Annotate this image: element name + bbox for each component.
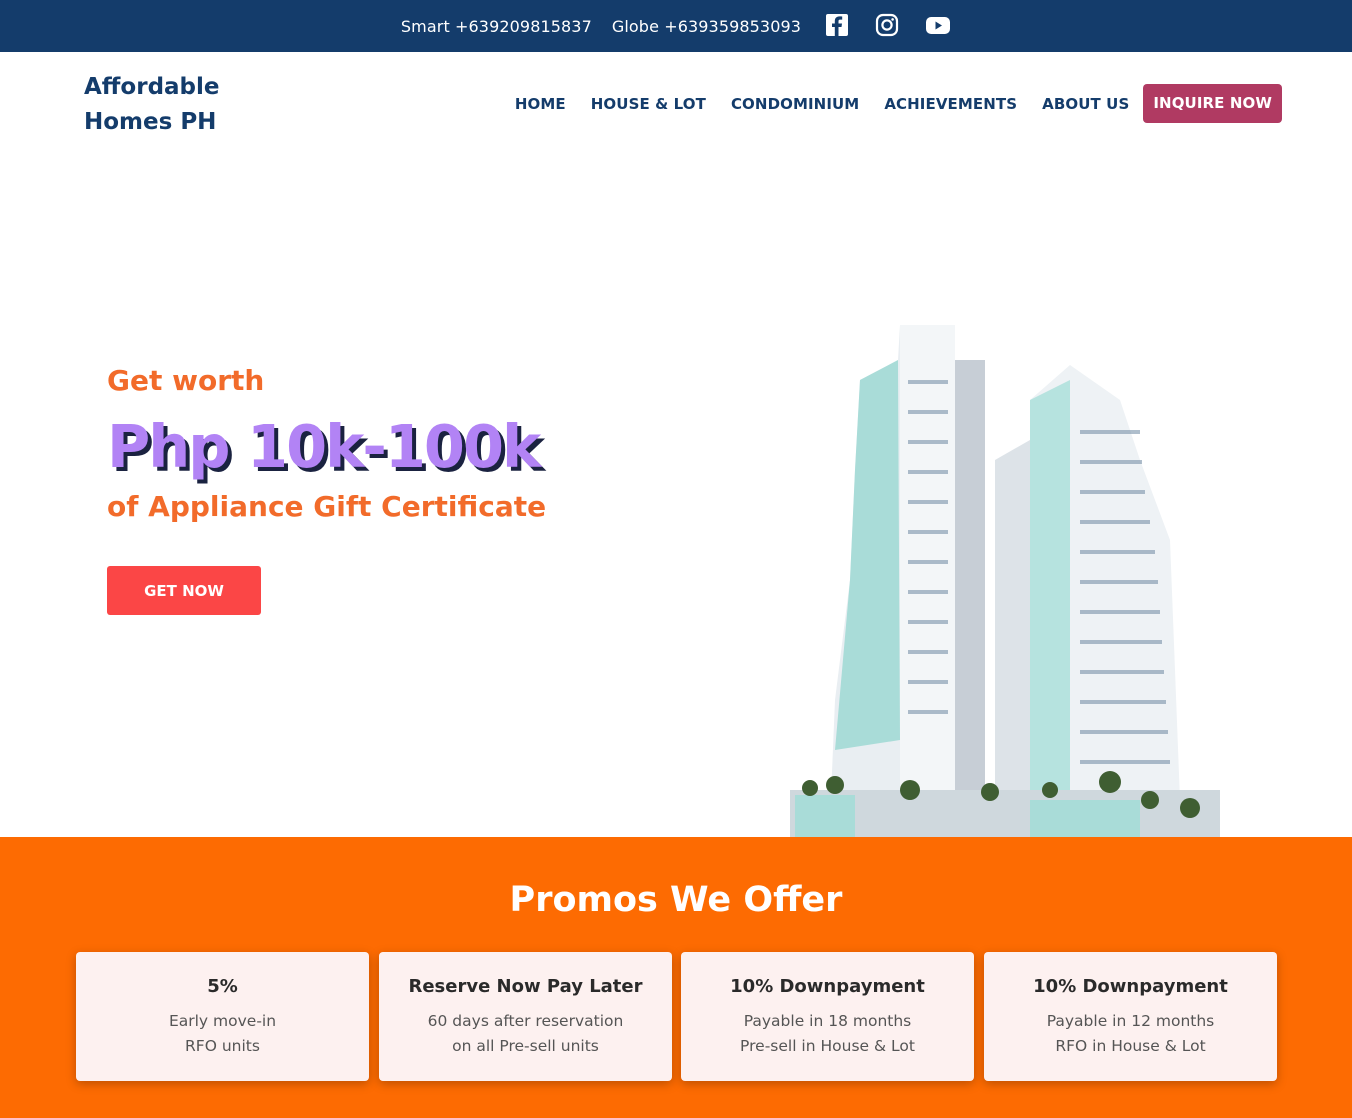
promo-card-line: on all Pre-sell units [452, 1037, 599, 1055]
promos-title: Promos We Offer [509, 880, 843, 920]
brand-line-2: Homes PH [84, 109, 217, 135]
nav-house-and-lot[interactable]: HOUSE & LOT [591, 95, 706, 113]
promo-card-title: 5% [207, 976, 238, 997]
nav-condominium[interactable]: CONDOMINIUM [731, 95, 859, 113]
promo-card-line: RFO units [185, 1037, 260, 1055]
promo-card: Reserve Now Pay Later 60 days after rese… [379, 952, 672, 1081]
promo-card-line: 60 days after reservation [427, 1012, 624, 1030]
promo-card: 10% Downpayment Payable in 18 months Pre… [681, 952, 974, 1081]
site-logo[interactable]: Affordable Homes PH [84, 70, 284, 140]
brand-line-1: Affordable [84, 74, 220, 100]
promo-card-title: 10% Downpayment [730, 976, 925, 997]
promo-card-title: 10% Downpayment [1033, 976, 1228, 997]
promo-card-line: Payable in 12 months [1046, 1012, 1215, 1030]
promo-card-line: Early move-in [168, 1012, 277, 1030]
nav-achievements[interactable]: ACHIEVEMENTS [884, 95, 1017, 113]
globe-phone-number[interactable]: Globe +639359853093 [612, 17, 801, 36]
youtube-icon[interactable] [925, 13, 951, 39]
promo-card: 5% Early move-in RFO units [76, 952, 369, 1081]
social-links [825, 13, 951, 39]
promo-card-details: Early move-in RFO units [76, 1009, 369, 1059]
promo-card-details: 60 days after reservation on all Pre-sel… [379, 1009, 672, 1059]
smart-phone-number[interactable]: Smart +639209815837 [401, 17, 592, 36]
facebook-icon[interactable] [825, 13, 851, 39]
promo-card-details: Payable in 12 months RFO in House & Lot [984, 1009, 1277, 1059]
condominium-building-image [790, 325, 1220, 837]
promos-section: Promos We Offer 5% Early move-in RFO uni… [0, 837, 1352, 1118]
hero-amount: Php 10k-100k [107, 412, 541, 481]
promo-card-line: RFO in House & Lot [1055, 1037, 1206, 1055]
nav-home[interactable]: HOME [515, 95, 566, 113]
get-now-button[interactable]: GET NOW [107, 566, 261, 615]
main-navigation: HOME HOUSE & LOT CONDOMINIUM ACHIEVEMENT… [490, 84, 1282, 123]
hero-kicker: Get worth [107, 364, 265, 397]
promo-card: 10% Downpayment Payable in 12 months RFO… [984, 952, 1277, 1081]
promo-card-line: Pre-sell in House & Lot [740, 1037, 915, 1055]
promo-card-line: Payable in 18 months [743, 1012, 912, 1030]
hero-subtitle: of Appliance Gift Certificate [107, 490, 547, 523]
top-contact-bar: Smart +639209815837 Globe +639359853093 [0, 0, 1352, 52]
inquire-now-button[interactable]: INQUIRE NOW [1143, 84, 1282, 123]
promo-card-details: Payable in 18 months Pre-sell in House &… [681, 1009, 974, 1059]
nav-about-us[interactable]: ABOUT US [1042, 95, 1129, 113]
promo-card-title: Reserve Now Pay Later [408, 976, 643, 997]
instagram-icon[interactable] [875, 13, 901, 39]
